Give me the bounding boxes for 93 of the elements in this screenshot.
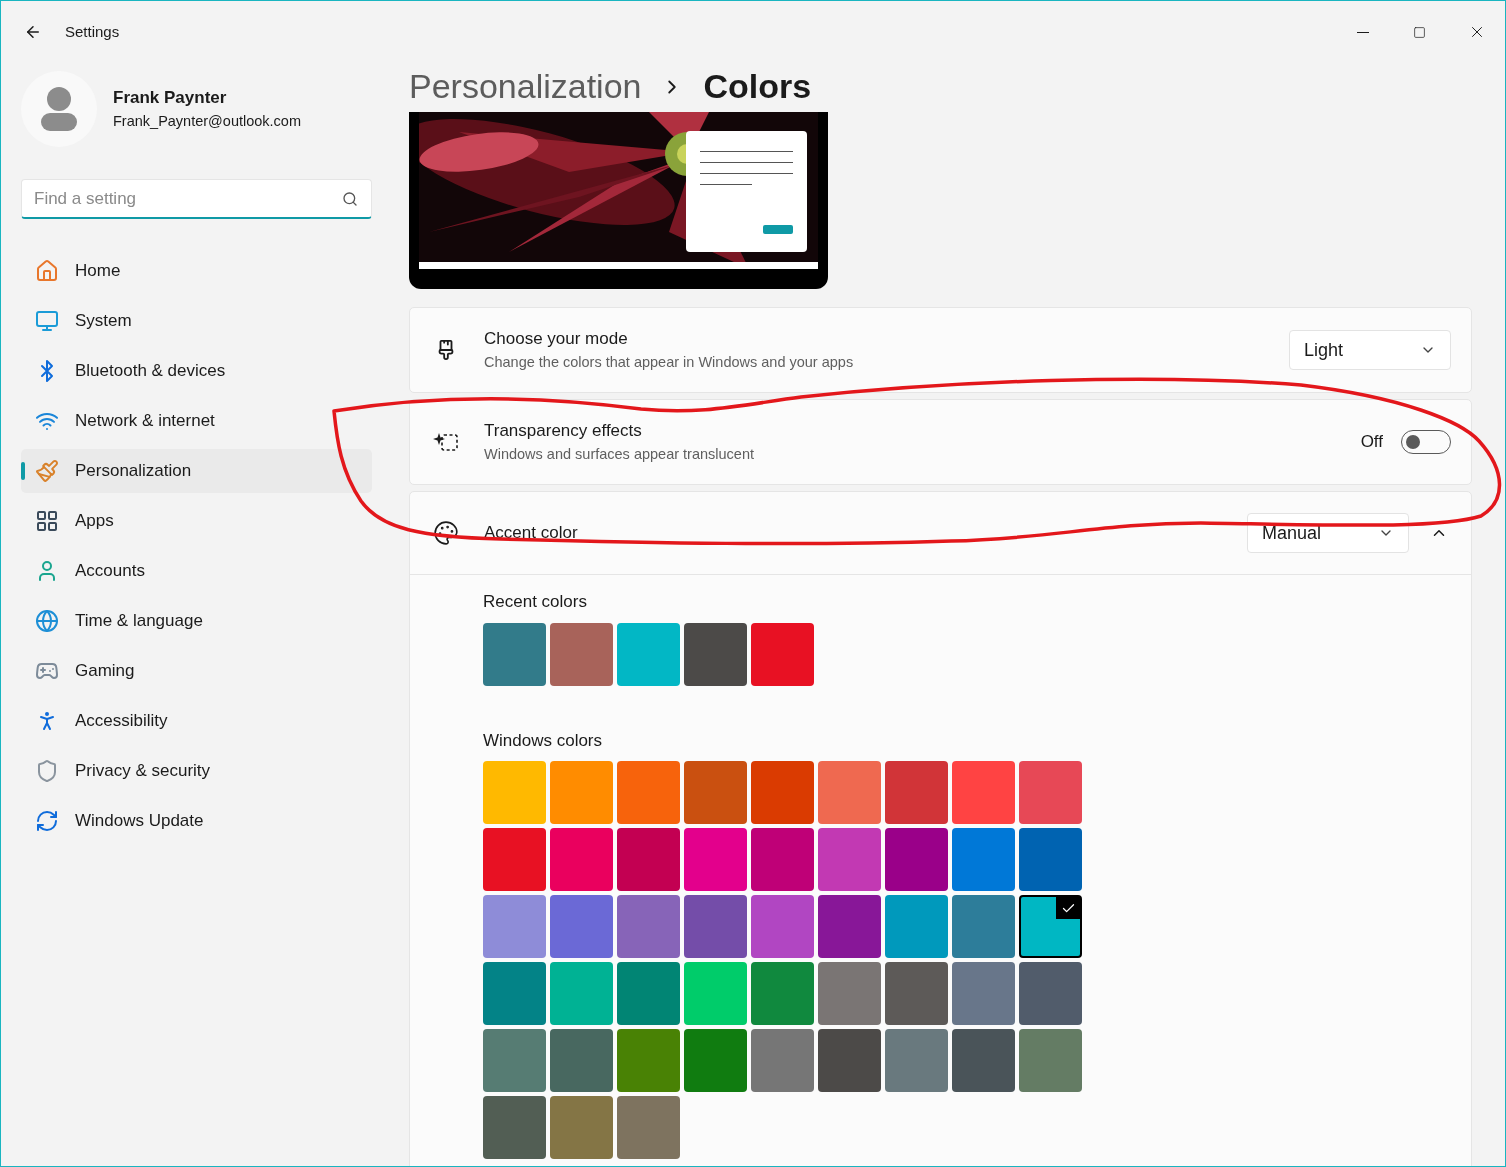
color-swatch[interactable] bbox=[751, 761, 814, 824]
globe-icon bbox=[35, 609, 59, 633]
sidebar-item[interactable]: Bluetooth & devices bbox=[21, 349, 372, 393]
dropdown[interactable]: Light bbox=[1289, 330, 1451, 370]
setting-title: Accent color bbox=[484, 522, 578, 545]
color-swatch[interactable] bbox=[952, 1029, 1015, 1092]
window-title: Settings bbox=[65, 21, 120, 42]
color-swatch[interactable] bbox=[885, 761, 948, 824]
color-swatch[interactable] bbox=[550, 1029, 613, 1092]
color-swatch[interactable] bbox=[617, 1096, 680, 1159]
grid-icon bbox=[35, 509, 59, 533]
sidebar-item[interactable]: Time & language bbox=[21, 599, 372, 643]
color-swatch[interactable] bbox=[751, 1029, 814, 1092]
color-swatch[interactable] bbox=[684, 895, 747, 958]
sidebar-item[interactable]: Gaming bbox=[21, 649, 372, 693]
color-swatch[interactable] bbox=[952, 828, 1015, 891]
color-swatch[interactable] bbox=[483, 1096, 546, 1159]
color-swatch[interactable] bbox=[550, 828, 613, 891]
sidebar-item[interactable]: Accounts bbox=[21, 549, 372, 593]
color-swatch[interactable] bbox=[617, 622, 680, 686]
color-swatch[interactable] bbox=[885, 962, 948, 1025]
color-swatch[interactable] bbox=[550, 895, 613, 958]
user-name: Frank Paynter bbox=[113, 87, 228, 110]
shield-icon bbox=[35, 759, 59, 783]
maximize-icon bbox=[1413, 25, 1426, 39]
home-icon bbox=[35, 259, 59, 283]
sidebar-item[interactable]: Apps bbox=[21, 499, 372, 543]
color-swatch[interactable] bbox=[818, 828, 881, 891]
color-swatch[interactable] bbox=[483, 622, 546, 686]
palette-icon bbox=[433, 520, 459, 546]
check-icon bbox=[1056, 897, 1080, 919]
color-swatch[interactable] bbox=[617, 1029, 680, 1092]
color-swatch[interactable] bbox=[1019, 828, 1082, 891]
color-swatch[interactable] bbox=[483, 895, 546, 958]
color-swatch[interactable] bbox=[550, 761, 613, 824]
setting-title: Transparency effects bbox=[484, 420, 643, 443]
color-swatch[interactable] bbox=[751, 895, 814, 958]
color-swatch[interactable] bbox=[818, 761, 881, 824]
color-swatch[interactable] bbox=[617, 895, 680, 958]
color-swatch[interactable] bbox=[952, 761, 1015, 824]
color-swatch[interactable] bbox=[751, 962, 814, 1025]
color-swatch[interactable] bbox=[952, 962, 1015, 1025]
color-swatch[interactable] bbox=[1019, 761, 1082, 824]
sidebar-item[interactable]: Accessibility bbox=[21, 699, 372, 743]
color-swatch[interactable] bbox=[1019, 962, 1082, 1025]
user-email: Frank_Paynter@outlook.com bbox=[113, 111, 301, 131]
toggle-state: Off bbox=[1360, 431, 1383, 454]
update-icon bbox=[35, 809, 59, 833]
color-swatch[interactable] bbox=[483, 761, 546, 824]
color-swatch[interactable] bbox=[684, 828, 747, 891]
color-swatch[interactable] bbox=[885, 828, 948, 891]
color-swatch[interactable] bbox=[483, 962, 546, 1025]
color-swatch[interactable] bbox=[1019, 895, 1082, 958]
search-icon bbox=[342, 191, 358, 207]
color-swatch[interactable] bbox=[483, 1029, 546, 1092]
search-field[interactable]: Find a setting bbox=[21, 179, 372, 219]
color-swatch[interactable] bbox=[617, 761, 680, 824]
paintbrush-icon bbox=[35, 459, 59, 483]
setting-description: Windows and surfaces appear translucent bbox=[484, 444, 754, 464]
sidebar-item[interactable]: System bbox=[21, 299, 372, 343]
color-swatch[interactable] bbox=[483, 828, 546, 891]
color-swatch[interactable] bbox=[818, 1029, 881, 1092]
color-swatch[interactable] bbox=[617, 828, 680, 891]
color-swatch[interactable] bbox=[885, 1029, 948, 1092]
color-swatch[interactable] bbox=[751, 828, 814, 891]
sidebar-item[interactable]: Network & internet bbox=[21, 399, 372, 443]
dropdown[interactable]: Manual bbox=[1247, 513, 1409, 553]
sidebar-item[interactable]: Home bbox=[21, 249, 372, 293]
breadcrumb-item: Colors bbox=[703, 66, 812, 107]
minimize-icon bbox=[1356, 31, 1369, 33]
monitor-icon bbox=[35, 309, 59, 333]
color-swatch[interactable] bbox=[684, 622, 747, 686]
color-swatch[interactable] bbox=[818, 895, 881, 958]
color-swatch[interactable] bbox=[818, 962, 881, 1025]
color-swatch[interactable] bbox=[617, 962, 680, 1025]
sidebar-item[interactable]: Privacy & security bbox=[21, 749, 372, 793]
color-swatch[interactable] bbox=[1019, 1029, 1082, 1092]
setting-title: Choose your mode bbox=[484, 328, 629, 351]
color-swatch[interactable] bbox=[684, 761, 747, 824]
breadcrumb-item[interactable]: Personalization bbox=[409, 61, 642, 112]
setting-description: Change the colors that appear in Windows and your apps bbox=[484, 352, 854, 372]
color-swatch[interactable] bbox=[550, 1096, 613, 1159]
sidebar-item[interactable]: Windows Update bbox=[21, 799, 372, 843]
color-swatch[interactable] bbox=[684, 1029, 747, 1092]
section-heading: Recent colors bbox=[483, 591, 588, 613]
color-swatch[interactable] bbox=[550, 622, 613, 686]
section-heading: Windows colors bbox=[483, 729, 604, 752]
color-swatch[interactable] bbox=[550, 962, 613, 1025]
color-swatch[interactable] bbox=[885, 895, 948, 958]
color-swatch[interactable] bbox=[751, 622, 814, 686]
color-swatch[interactable] bbox=[684, 962, 747, 1025]
color-swatch[interactable] bbox=[952, 895, 1015, 958]
sidebar-item[interactable]: Personalization bbox=[21, 449, 372, 493]
